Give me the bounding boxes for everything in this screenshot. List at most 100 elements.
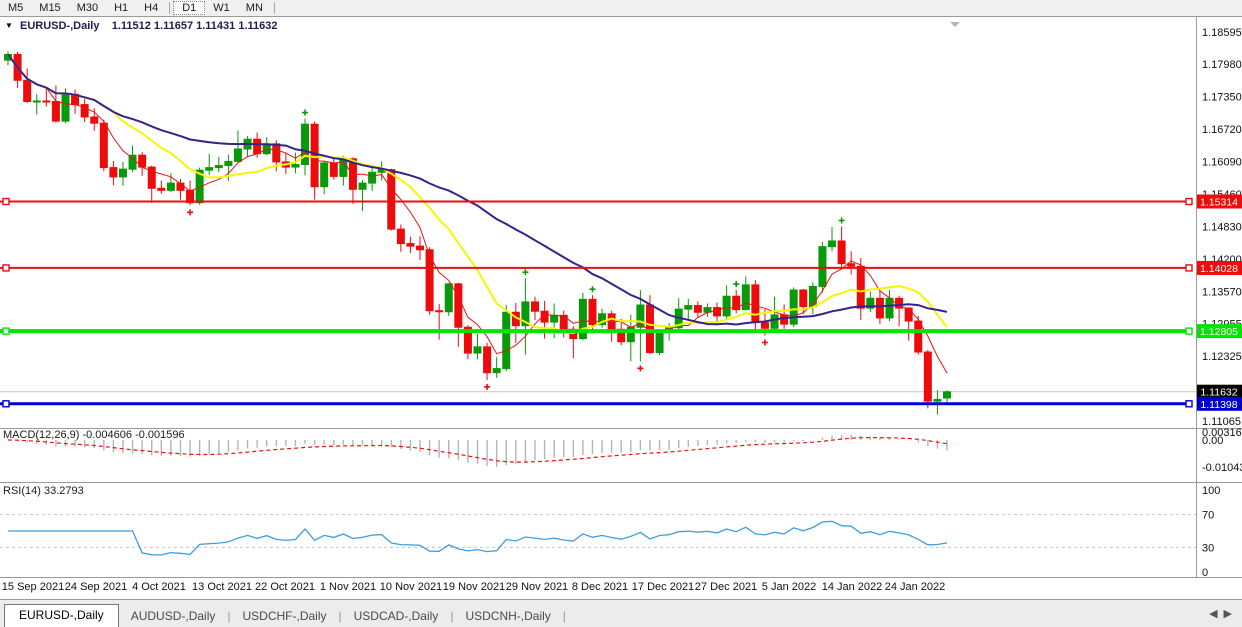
candle [551, 315, 558, 322]
candle [397, 229, 404, 243]
candle [254, 139, 261, 153]
candle [905, 308, 912, 321]
level-handle[interactable] [1186, 198, 1192, 204]
candle [436, 311, 443, 312]
time-axis-label: 5 Jan 2022 [762, 581, 816, 593]
candle [455, 284, 462, 327]
candle [829, 241, 836, 247]
candle [129, 155, 136, 169]
price-axis-label: 1.13570 [1202, 287, 1242, 299]
fractal-icon [839, 217, 845, 223]
level-handle[interactable] [1186, 265, 1192, 271]
candle [857, 266, 864, 308]
tab-audusd-daily[interactable]: AUDUSD-,Daily [119, 606, 228, 627]
candles [5, 51, 951, 414]
rsi-axis-label: 70 [1202, 510, 1214, 522]
moving-average-30 [8, 55, 947, 325]
fractal-icon [187, 209, 193, 215]
rsi-axis-label: 0 [1202, 567, 1208, 579]
tab-eurusd-daily[interactable]: EURUSD-,Daily [4, 604, 119, 627]
candle [321, 163, 328, 187]
candle [876, 298, 883, 318]
tab-scroll-left-icon[interactable]: ◀ [1209, 608, 1223, 620]
fractal-icon [733, 281, 739, 287]
tab-usdcnh-daily[interactable]: USDCNH-,Daily [453, 606, 562, 627]
macd-axis-label: -0.010431 [1202, 462, 1242, 474]
level-handle[interactable] [3, 328, 9, 334]
candle [100, 123, 107, 167]
candle [915, 321, 922, 352]
candle [924, 352, 931, 401]
time-axis-label: 19 Nov 2021 [443, 581, 505, 593]
candle [330, 163, 337, 176]
macd-indicator-label: MACD(12,26,9) -0.004606 -0.001596 [3, 429, 185, 441]
candle [800, 290, 807, 307]
tab-divider: | [563, 606, 566, 627]
candle [742, 285, 749, 310]
candle [761, 323, 768, 329]
tab-scroll-arrows: ◀▶ [1209, 607, 1238, 620]
price-chart-canvas[interactable]: 1.185951.179801.173501.167201.160901.154… [0, 0, 1242, 627]
time-axis-label: 4 Oct 2021 [132, 581, 186, 593]
time-axis-label: 24 Jan 2022 [885, 581, 946, 593]
candle [167, 183, 174, 190]
candle [369, 172, 376, 183]
candle [493, 369, 500, 373]
candle [886, 298, 893, 318]
tab-usdchf-daily[interactable]: USDCHF-,Daily [231, 606, 339, 627]
level-handle[interactable] [1186, 401, 1192, 407]
time-axis-label: 13 Oct 2021 [192, 581, 252, 593]
tab-usdcad-daily[interactable]: USDCAD-,Daily [342, 606, 451, 627]
time-axis-label: 29 Nov 2021 [506, 581, 568, 593]
fractal-icon [484, 384, 490, 390]
time-axis-label: 24 Sep 2021 [65, 581, 127, 593]
candle [426, 250, 433, 311]
candle [723, 296, 730, 316]
fractal-icon [637, 365, 643, 371]
time-axis-label: 8 Dec 2021 [572, 581, 628, 593]
time-axis-label: 27 Dec 2021 [695, 581, 757, 593]
candle [91, 117, 98, 123]
candle [110, 168, 117, 177]
macd-axis-label: 0.00 [1202, 435, 1223, 447]
tab-scroll-right-icon[interactable]: ▶ [1224, 608, 1238, 620]
candle [781, 315, 788, 324]
candle [656, 332, 663, 352]
price-badge-label: 1.15314 [1200, 196, 1238, 208]
price-axis-label: 1.16720 [1202, 124, 1242, 136]
price-badge-label: 1.11398 [1200, 399, 1237, 411]
candle [215, 166, 222, 168]
candle [119, 169, 126, 177]
chart-shift-icon[interactable] [950, 22, 960, 27]
candle [503, 312, 510, 368]
time-axis-label: 22 Oct 2021 [255, 581, 315, 593]
candle [714, 308, 721, 316]
candle [531, 302, 538, 311]
candle [819, 247, 826, 287]
level-handle[interactable] [1186, 328, 1192, 334]
symbol-dropdown-icon[interactable]: ▼ [5, 21, 13, 30]
candle [388, 170, 395, 229]
candle [24, 80, 31, 101]
candle [158, 188, 165, 190]
level-handle[interactable] [3, 198, 9, 204]
rsi-line [8, 521, 947, 555]
time-axis-label: 10 Nov 2021 [380, 581, 442, 593]
chart-ohlc-values: 1.11512 1.11657 1.11431 1.11632 [112, 20, 278, 32]
time-axis-label: 15 Sep 2021 [2, 581, 64, 593]
rsi-axis-label: 100 [1202, 485, 1220, 497]
candle [206, 168, 213, 171]
candle [225, 161, 232, 165]
candle [292, 165, 299, 168]
candle [771, 315, 778, 328]
level-handle[interactable] [3, 265, 9, 271]
time-axis-label: 17 Dec 2021 [632, 581, 694, 593]
level-handle[interactable] [3, 401, 9, 407]
price-axis-label: 1.17980 [1202, 59, 1242, 71]
candle [752, 285, 759, 323]
fractal-markers [187, 110, 845, 390]
candle [273, 144, 280, 162]
fractal-icon [522, 269, 528, 275]
candle [934, 400, 941, 402]
price-axis-label: 1.16090 [1202, 156, 1242, 168]
